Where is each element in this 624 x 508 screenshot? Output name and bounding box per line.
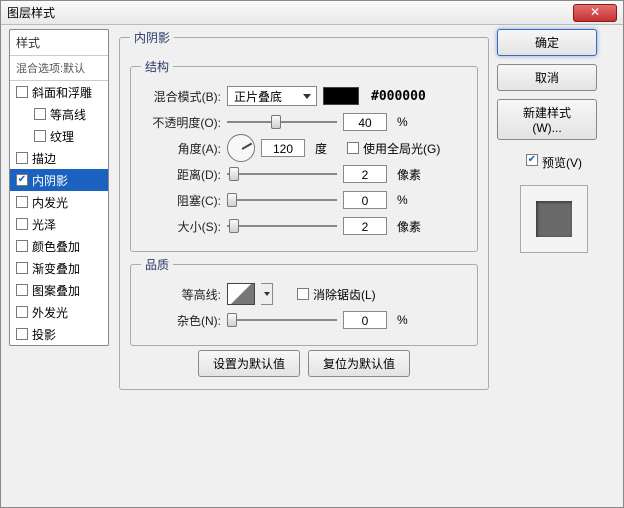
checkbox-icon[interactable]: [34, 108, 46, 120]
noise-unit: %: [393, 313, 423, 327]
dialog-title: 图层样式: [7, 4, 573, 21]
style-item-5[interactable]: 内发光: [10, 191, 108, 213]
checkbox-icon: [347, 142, 359, 154]
style-item-label: 光泽: [32, 216, 56, 233]
contour-label: 等高线:: [141, 286, 221, 303]
checkbox-icon: [297, 288, 309, 300]
preview-checkbox[interactable]: 预览(V): [497, 154, 611, 171]
noise-input[interactable]: 0: [343, 311, 387, 329]
noise-label: 杂色(N):: [141, 312, 221, 329]
set-default-button[interactable]: 设置为默认值: [198, 350, 300, 377]
style-item-6[interactable]: 光泽: [10, 213, 108, 235]
color-hex-label: #000000: [371, 89, 426, 104]
checkbox-icon[interactable]: [16, 152, 28, 164]
choke-unit: %: [393, 193, 423, 207]
distance-input[interactable]: 2: [343, 165, 387, 183]
size-unit: 像素: [393, 218, 423, 235]
anti-alias-checkbox[interactable]: 消除锯齿(L): [297, 286, 376, 303]
style-item-3[interactable]: 描边: [10, 147, 108, 169]
checkbox-icon[interactable]: [16, 218, 28, 230]
titlebar: 图层样式 ✕: [1, 1, 623, 25]
opacity-label: 不透明度(O):: [141, 114, 221, 131]
global-light-label: 使用全局光(G): [363, 140, 440, 157]
checkbox-icon[interactable]: [16, 196, 28, 208]
size-label: 大小(S):: [141, 218, 221, 235]
angle-input[interactable]: 120: [261, 139, 305, 157]
inner-shadow-group: 内阴影 结构 混合模式(B): 正片叠底 #000000 不透明度(O): 40…: [119, 29, 489, 390]
opacity-unit: %: [393, 115, 423, 129]
blend-mode-dropdown[interactable]: 正片叠底: [227, 86, 317, 106]
choke-input[interactable]: 0: [343, 191, 387, 209]
color-swatch[interactable]: [323, 87, 359, 105]
style-item-8[interactable]: 渐变叠加: [10, 257, 108, 279]
quality-group: 品质 等高线: 消除锯齿(L) 杂色(N):: [130, 256, 478, 346]
style-item-label: 纹理: [50, 128, 74, 145]
checkbox-icon[interactable]: [16, 262, 28, 274]
style-item-label: 外发光: [32, 304, 68, 321]
angle-label: 角度(A):: [141, 140, 221, 157]
checkbox-icon[interactable]: [16, 284, 28, 296]
checkbox-icon[interactable]: [16, 86, 28, 98]
choke-slider[interactable]: [227, 192, 337, 208]
checkbox-icon[interactable]: [16, 328, 28, 340]
style-item-2[interactable]: 纹理: [10, 125, 108, 147]
style-item-9[interactable]: 图案叠加: [10, 279, 108, 301]
layer-style-dialog: 图层样式 ✕ 样式 混合选项:默认 斜面和浮雕等高线纹理描边内阴影内发光光泽颜色…: [0, 0, 624, 508]
blend-mode-label: 混合模式(B):: [141, 88, 221, 105]
global-light-checkbox[interactable]: 使用全局光(G): [347, 140, 440, 157]
style-item-0[interactable]: 斜面和浮雕: [10, 81, 108, 103]
style-item-7[interactable]: 颜色叠加: [10, 235, 108, 257]
style-item-label: 渐变叠加: [32, 260, 80, 277]
style-item-1[interactable]: 等高线: [10, 103, 108, 125]
structure-legend: 结构: [141, 58, 173, 75]
style-item-label: 斜面和浮雕: [32, 84, 92, 101]
quality-legend: 品质: [141, 256, 173, 273]
new-style-button[interactable]: 新建样式(W)...: [497, 99, 597, 140]
size-input[interactable]: 2: [343, 217, 387, 235]
contour-swatch[interactable]: [227, 283, 255, 305]
blend-options-default[interactable]: 混合选项:默认: [10, 56, 108, 81]
styles-header[interactable]: 样式: [10, 30, 108, 56]
opacity-slider[interactable]: [227, 114, 337, 130]
angle-unit: 度: [311, 140, 341, 157]
distance-slider[interactable]: [227, 166, 337, 182]
ok-button[interactable]: 确定: [497, 29, 597, 56]
style-item-10[interactable]: 外发光: [10, 301, 108, 323]
size-slider[interactable]: [227, 218, 337, 234]
distance-label: 距离(D):: [141, 166, 221, 183]
checkbox-icon[interactable]: [16, 306, 28, 318]
dialog-body: 样式 混合选项:默认 斜面和浮雕等高线纹理描边内阴影内发光光泽颜色叠加渐变叠加图…: [1, 29, 623, 507]
noise-slider[interactable]: [227, 312, 337, 328]
effect-panel: 内阴影 结构 混合模式(B): 正片叠底 #000000 不透明度(O): 40…: [119, 29, 489, 390]
opacity-input[interactable]: 40: [343, 113, 387, 131]
style-item-label: 描边: [32, 150, 56, 167]
checkbox-icon[interactable]: [34, 130, 46, 142]
style-item-label: 投影: [32, 326, 56, 343]
preview-label: 预览(V): [542, 154, 582, 171]
distance-unit: 像素: [393, 166, 423, 183]
style-item-label: 内发光: [32, 194, 68, 211]
contour-dropdown-icon[interactable]: [261, 283, 273, 305]
style-item-label: 图案叠加: [32, 282, 80, 299]
preview-inner: [536, 201, 572, 237]
anti-alias-label: 消除锯齿(L): [313, 286, 376, 303]
reset-default-button[interactable]: 复位为默认值: [308, 350, 410, 377]
preview-thumbnail: [520, 185, 588, 253]
style-item-11[interactable]: 投影: [10, 323, 108, 345]
right-buttons: 确定 取消 新建样式(W)... 预览(V): [497, 29, 611, 253]
styles-list: 样式 混合选项:默认 斜面和浮雕等高线纹理描边内阴影内发光光泽颜色叠加渐变叠加图…: [9, 29, 109, 346]
checkbox-icon[interactable]: [16, 174, 28, 186]
style-item-4[interactable]: 内阴影: [10, 169, 108, 191]
style-item-label: 内阴影: [32, 172, 68, 189]
effect-legend: 内阴影: [130, 29, 174, 46]
angle-dial[interactable]: [227, 134, 255, 162]
style-item-label: 颜色叠加: [32, 238, 80, 255]
style-item-label: 等高线: [50, 106, 86, 123]
choke-label: 阻塞(C):: [141, 192, 221, 209]
structure-group: 结构 混合模式(B): 正片叠底 #000000 不透明度(O): 40 %: [130, 58, 478, 252]
checkbox-icon[interactable]: [16, 240, 28, 252]
close-button[interactable]: ✕: [573, 4, 617, 22]
cancel-button[interactable]: 取消: [497, 64, 597, 91]
checkbox-icon: [526, 154, 538, 166]
